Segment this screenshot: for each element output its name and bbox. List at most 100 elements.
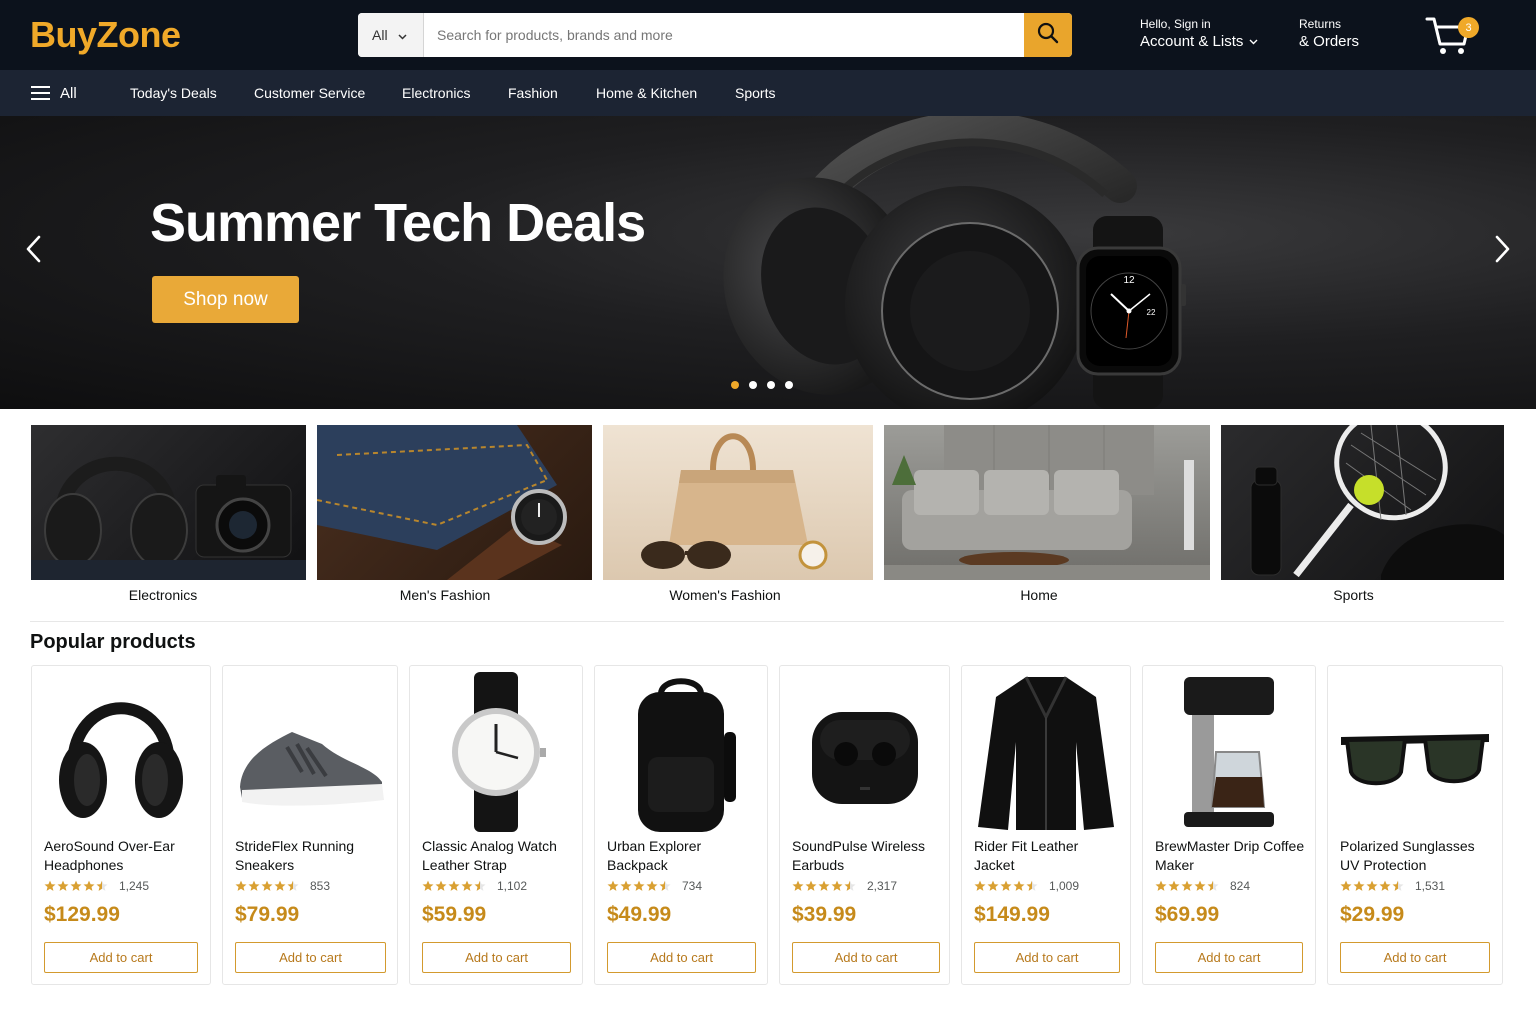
- shop-now-button[interactable]: Shop now: [152, 276, 299, 323]
- product-rating: 853: [235, 879, 330, 893]
- category-image-sports: [1250, 425, 1504, 580]
- product-image: [595, 672, 767, 832]
- product-name[interactable]: Urban Explorer Backpack: [607, 837, 757, 875]
- product-price: $59.99: [422, 903, 487, 926]
- hero-prev-arrow[interactable]: [24, 234, 48, 264]
- category-tile-electronics[interactable]: [31, 425, 306, 580]
- search-button[interactable]: [1024, 13, 1072, 57]
- site-logo[interactable]: BuyZone: [30, 14, 181, 56]
- product-name[interactable]: AeroSound Over-Ear Headphones: [44, 837, 200, 875]
- search-category-select[interactable]: All: [358, 13, 424, 57]
- product-price: $49.99: [607, 903, 672, 926]
- product-rating: 1,531: [1340, 879, 1445, 893]
- popular-products-title: Popular products: [30, 631, 196, 653]
- review-count[interactable]: 1,009: [1049, 879, 1079, 893]
- product-card[interactable]: SoundPulse Wireless Earbuds 2,317 $39.99…: [779, 665, 950, 985]
- category-tile-sports[interactable]: [1221, 425, 1504, 580]
- chevron-down-icon: [398, 27, 407, 43]
- category-image-home: [884, 425, 1210, 580]
- watch-complication-label: 22: [1147, 308, 1156, 317]
- carousel-dot[interactable]: [785, 381, 793, 389]
- product-price: $39.99: [792, 903, 857, 926]
- top-header: BuyZone All Hello, Sign in Account & Lis…: [0, 0, 1536, 70]
- category-label-home[interactable]: Home: [884, 587, 1194, 603]
- product-image: [223, 672, 397, 832]
- search-category-label: All: [372, 27, 388, 43]
- product-name[interactable]: Polarized Sunglasses UV Protection: [1340, 837, 1492, 875]
- hero-next-arrow[interactable]: [1492, 234, 1516, 264]
- product-card[interactable]: Rider Fit Leather Jacket 1,009 $149.99 A…: [961, 665, 1131, 985]
- nav-all-menu[interactable]: All: [31, 70, 77, 116]
- add-to-cart-button[interactable]: Add to cart: [974, 942, 1120, 973]
- category-tile-mens-fashion[interactable]: [317, 425, 592, 580]
- review-count[interactable]: 824: [1230, 879, 1250, 893]
- product-card[interactable]: StrideFlex Running Sneakers 853 $79.99 A…: [222, 665, 398, 985]
- cart-button[interactable]: 3: [1424, 14, 1484, 58]
- product-card[interactable]: Polarized Sunglasses UV Protection 1,531…: [1327, 665, 1503, 985]
- product-card[interactable]: Urban Explorer Backpack 734 $49.99 Add t…: [594, 665, 768, 985]
- product-name[interactable]: StrideFlex Running Sneakers: [235, 837, 387, 875]
- product-rating: 1,245: [44, 879, 149, 893]
- star-rating-icon: [792, 880, 857, 892]
- category-image-mens-fashion: [317, 425, 567, 580]
- account-menu[interactable]: Hello, Sign in Account & Lists: [1140, 16, 1258, 52]
- review-count[interactable]: 1,102: [497, 879, 527, 893]
- product-image: [32, 672, 210, 832]
- review-count[interactable]: 1,245: [119, 879, 149, 893]
- add-to-cart-button[interactable]: Add to cart: [607, 942, 756, 973]
- add-to-cart-button[interactable]: Add to cart: [235, 942, 386, 973]
- nav-item-sports[interactable]: Sports: [735, 70, 775, 116]
- product-price: $129.99: [44, 903, 120, 926]
- hero-product-image: 12 22: [723, 116, 1186, 409]
- product-price: $69.99: [1155, 903, 1220, 926]
- add-to-cart-button[interactable]: Add to cart: [44, 942, 198, 973]
- review-count[interactable]: 1,531: [1415, 879, 1445, 893]
- category-label-electronics[interactable]: Electronics: [31, 587, 295, 603]
- category-label-mens-fashion[interactable]: Men's Fashion: [317, 587, 573, 603]
- product-price: $79.99: [235, 903, 300, 926]
- product-image: [780, 672, 949, 832]
- product-card[interactable]: BrewMaster Drip Coffee Maker 824 $69.99 …: [1142, 665, 1316, 985]
- product-name[interactable]: SoundPulse Wireless Earbuds: [792, 837, 939, 875]
- search-icon: [1037, 22, 1059, 49]
- chevron-left-icon: [24, 235, 44, 268]
- category-image-electronics: [31, 456, 306, 580]
- carousel-dot[interactable]: [731, 381, 739, 389]
- carousel-dot[interactable]: [749, 381, 757, 389]
- product-name[interactable]: Classic Analog Watch Leather Strap: [422, 837, 572, 875]
- section-divider: [30, 621, 1504, 622]
- category-tile-home[interactable]: [884, 425, 1210, 580]
- category-label-sports[interactable]: Sports: [1221, 587, 1486, 603]
- star-rating-icon: [1155, 880, 1220, 892]
- product-rating: 734: [607, 879, 702, 893]
- nav-item-customer-service[interactable]: Customer Service: [254, 70, 365, 116]
- watch-twelve-label: 12: [1123, 275, 1135, 286]
- category-tile-womens-fashion[interactable]: [603, 425, 873, 580]
- returns-label: Returns: [1299, 17, 1342, 31]
- carousel-dot[interactable]: [767, 381, 775, 389]
- nav-item-electronics[interactable]: Electronics: [402, 70, 470, 116]
- add-to-cart-button[interactable]: Add to cart: [1155, 942, 1303, 973]
- nav-item-todays-deals[interactable]: Today's Deals: [130, 70, 217, 116]
- review-count[interactable]: 853: [310, 879, 330, 893]
- hero-title: Summer Tech Deals: [150, 193, 646, 253]
- product-card[interactable]: AeroSound Over-Ear Headphones 1,245 $129…: [31, 665, 211, 985]
- product-name[interactable]: Rider Fit Leather Jacket: [974, 837, 1120, 875]
- add-to-cart-button[interactable]: Add to cart: [422, 942, 571, 973]
- category-label-womens-fashion[interactable]: Women's Fashion: [603, 587, 847, 603]
- star-rating-icon: [235, 880, 300, 892]
- carousel-dots: [731, 381, 793, 389]
- product-name[interactable]: BrewMaster Drip Coffee Maker: [1155, 837, 1305, 875]
- review-count[interactable]: 734: [682, 879, 702, 893]
- search-input[interactable]: [424, 13, 1024, 57]
- product-price: $29.99: [1340, 903, 1405, 926]
- hero-banner[interactable]: 12 22 Summer Tech Deals Shop now: [0, 116, 1536, 409]
- product-card[interactable]: Classic Analog Watch Leather Strap 1,102…: [409, 665, 583, 985]
- returns-orders-link[interactable]: Returns & Orders: [1299, 16, 1359, 52]
- nav-item-fashion[interactable]: Fashion: [508, 70, 558, 116]
- chevron-right-icon: [1492, 235, 1512, 268]
- add-to-cart-button[interactable]: Add to cart: [792, 942, 940, 973]
- review-count[interactable]: 2,317: [867, 879, 897, 893]
- add-to-cart-button[interactable]: Add to cart: [1340, 942, 1490, 973]
- nav-item-home-kitchen[interactable]: Home & Kitchen: [596, 70, 697, 116]
